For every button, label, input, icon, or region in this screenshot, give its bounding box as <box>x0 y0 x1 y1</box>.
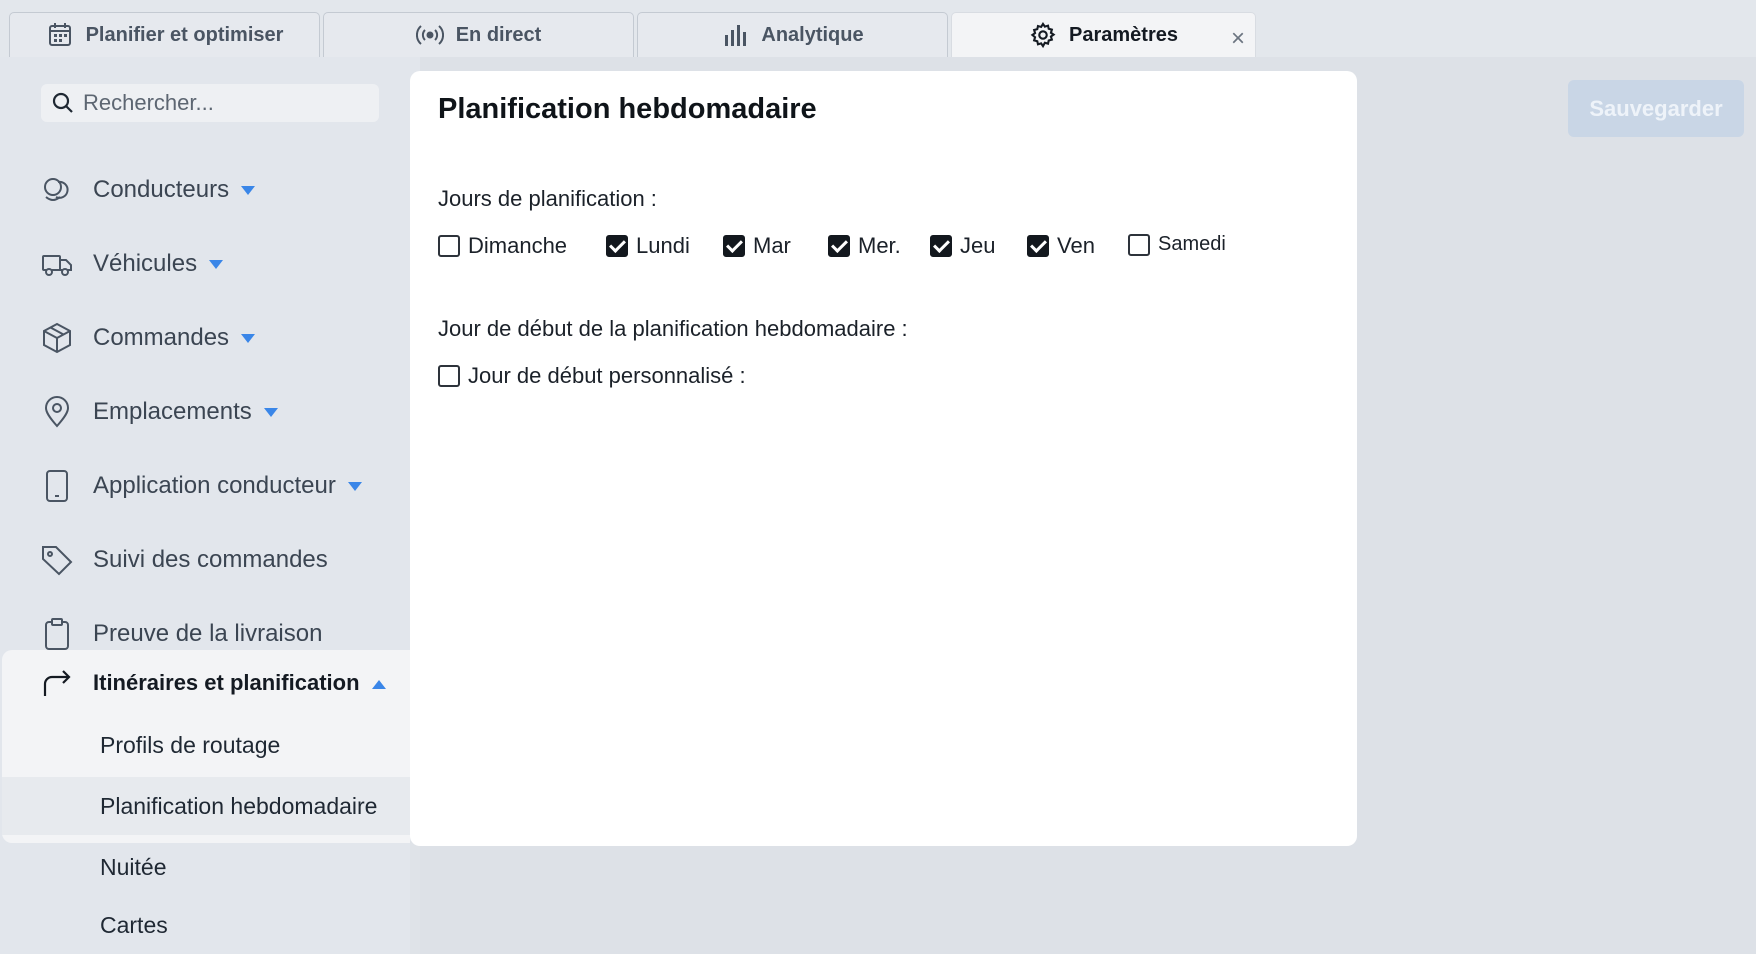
sidebar-subitem-nuitee[interactable]: Nuitée <box>100 854 166 881</box>
day-checkbox-lundi[interactable]: Lundi <box>606 233 690 259</box>
sidebar-item-application-conducteur[interactable]: Application conducteur <box>0 461 410 511</box>
close-icon[interactable]: × <box>1231 25 1245 53</box>
sidebar-item-conducteurs[interactable]: Conducteurs <box>0 165 410 215</box>
start-day-label: Jour de début de la planification hebdom… <box>438 316 908 341</box>
tab-bar: Planifier et optimiser En direct Analyti… <box>0 0 1756 57</box>
location-pin-icon <box>40 395 74 429</box>
day-label: Dimanche <box>468 233 568 258</box>
sidebar-item-vehicules[interactable]: Véhicules <box>0 239 410 289</box>
day-label: Jeu <box>960 233 996 258</box>
search-input[interactable] <box>83 90 363 116</box>
chevron-down-icon <box>241 334 256 344</box>
sidebar-item-label: Itinéraires et planification <box>93 670 360 695</box>
sidebar-subitem-label: Profils de routage <box>100 731 281 758</box>
checkbox[interactable] <box>438 235 460 257</box>
sidebar-subitem-profils-routage[interactable]: Profils de routage <box>2 716 410 774</box>
sidebar-divider <box>410 841 420 954</box>
day-checkbox-samedi[interactable]: Samedi <box>1128 233 1226 256</box>
day-label: Mar <box>753 233 791 258</box>
day-label: Ven <box>1057 233 1095 258</box>
checkbox[interactable] <box>723 235 745 257</box>
sidebar-item-label: Conducteurs <box>93 176 230 203</box>
sidebar-subitem-cartes[interactable]: Cartes <box>100 912 168 939</box>
sidebar: Conducteurs Véhicules Commandes Emplacem… <box>0 57 420 954</box>
sidebar-subitem-planification-hebdomadaire[interactable]: Planification hebdomadaire <box>2 777 410 835</box>
truck-icon <box>40 247 74 281</box>
tab-label: Paramètres <box>1069 23 1178 46</box>
sidebar-item-label: Suivi des commandes <box>93 546 328 573</box>
day-checkbox-mar[interactable]: Mar <box>723 233 791 259</box>
checkbox[interactable] <box>606 235 628 257</box>
tab-label: En direct <box>455 23 542 46</box>
clipboard-icon <box>40 617 74 651</box>
package-icon <box>40 321 74 355</box>
broadcast-icon <box>415 21 444 49</box>
chevron-down-icon <box>241 186 256 196</box>
day-checkbox-jeu[interactable]: Jeu <box>930 233 995 259</box>
sidebar-item-label: Application conducteur <box>93 472 336 499</box>
tab-parametres[interactable]: Paramètres × <box>951 12 1256 57</box>
sidebar-subitem-label: Cartes <box>100 912 168 938</box>
sidebar-item-label: Commandes <box>93 324 230 351</box>
sidebar-item-label: Preuve de la livraison <box>93 620 323 647</box>
chevron-down-icon <box>209 260 224 270</box>
sidebar-item-emplacements[interactable]: Emplacements <box>0 387 410 437</box>
sidebar-item-itineraires-planification[interactable]: Itinéraires et planification <box>0 658 410 708</box>
search-icon <box>51 91 75 115</box>
custom-start-day-checkbox[interactable]: Jour de début personnalisé : <box>438 363 746 389</box>
chevron-up-icon <box>371 679 386 689</box>
calendar-icon <box>46 21 74 49</box>
bar-chart-icon <box>721 21 749 49</box>
day-label: Lundi <box>636 233 690 258</box>
tab-label: Planifier et optimiser <box>85 23 284 46</box>
days-label: Jours de planification : <box>438 186 657 211</box>
sidebar-subitem-label: Nuitée <box>100 854 167 880</box>
checkbox[interactable] <box>930 235 952 257</box>
save-button[interactable]: Sauvegarder <box>1568 80 1744 137</box>
sidebar-item-label: Emplacements <box>93 398 252 425</box>
custom-start-label: Jour de début personnalisé : <box>468 363 746 388</box>
route-arrow-icon <box>40 666 74 700</box>
tab-en-direct[interactable]: En direct <box>323 12 634 57</box>
checkbox[interactable] <box>1027 235 1049 257</box>
sidebar-item-label: Véhicules <box>93 250 198 277</box>
day-checkbox-ven[interactable]: Ven <box>1027 233 1095 259</box>
day-label: Samedi <box>1158 233 1226 255</box>
day-label: Mer. <box>858 233 901 258</box>
chevron-down-icon <box>347 482 362 492</box>
drivers-icon <box>40 173 74 207</box>
day-checkbox-mer[interactable]: Mer. <box>828 233 901 259</box>
tab-analytique[interactable]: Analytique <box>637 12 948 57</box>
settings-panel: Planification hebdomadaire Jours de plan… <box>410 71 1357 846</box>
sidebar-item-commandes[interactable]: Commandes <box>0 313 410 363</box>
checkbox[interactable] <box>438 365 460 387</box>
tab-label: Analytique <box>761 23 864 46</box>
day-checkbox-dimanche[interactable]: Dimanche <box>438 233 567 259</box>
page-title: Planification hebdomadaire <box>438 93 817 125</box>
sidebar-item-suivi-des-commandes[interactable]: Suivi des commandes <box>0 535 410 585</box>
search-box[interactable] <box>41 84 379 122</box>
tab-planifier[interactable]: Planifier et optimiser <box>9 12 320 57</box>
chevron-down-icon <box>263 408 278 418</box>
checkbox[interactable] <box>1128 233 1150 256</box>
tag-icon <box>40 543 74 577</box>
phone-icon <box>40 469 74 503</box>
sidebar-subitem-label: Planification hebdomadaire <box>100 792 378 819</box>
gear-icon <box>1029 21 1057 49</box>
checkbox[interactable] <box>828 235 850 257</box>
